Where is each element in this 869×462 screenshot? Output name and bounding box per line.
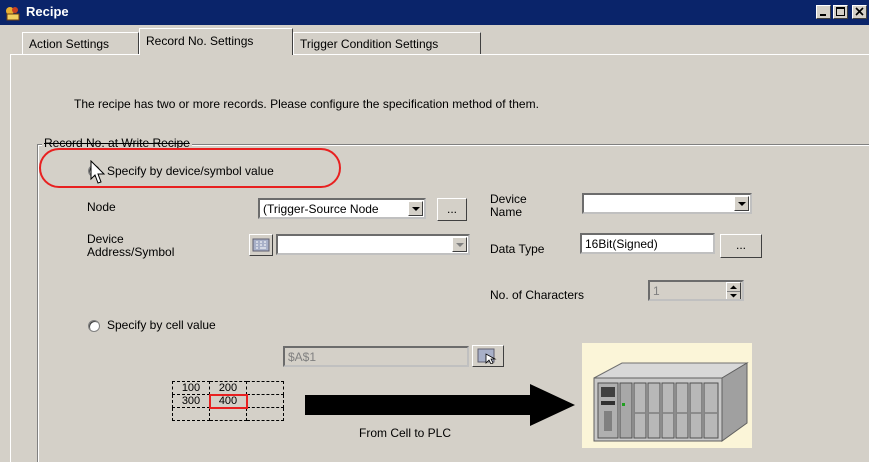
- num-chars-stepper[interactable]: 1: [648, 280, 744, 301]
- data-type-label: Data Type: [490, 242, 545, 256]
- option-cell-label[interactable]: Specify by cell value: [107, 318, 216, 332]
- maximize-icon: [836, 7, 845, 16]
- arrow-right-icon: [305, 384, 575, 426]
- cell: [246, 381, 284, 395]
- address-keypad-button[interactable]: [249, 234, 273, 256]
- keypad-icon: [252, 238, 270, 252]
- tab-label: Record No. Settings: [146, 34, 254, 48]
- device-name-label: Device Name: [490, 193, 527, 219]
- chevron-down-icon[interactable]: [408, 201, 423, 216]
- node-browse-button[interactable]: ...: [437, 198, 467, 221]
- num-chars-label: No. of Characters: [490, 288, 585, 302]
- tab-label: Action Settings: [29, 37, 110, 51]
- device-address-label-line2: Address/Symbol: [87, 245, 175, 259]
- cell-ref-field[interactable]: $A$1: [283, 346, 469, 367]
- node-label: Node: [87, 200, 116, 214]
- close-icon: [855, 7, 864, 16]
- device-name-label-line2: Name: [490, 205, 523, 219]
- cell: [172, 407, 210, 421]
- maximize-button[interactable]: [833, 5, 848, 19]
- tab-record-no-settings[interactable]: Record No. Settings: [139, 28, 293, 55]
- cell-illustration: 100 200 300 400: [172, 381, 284, 421]
- window-title: Recipe: [26, 4, 69, 19]
- cell: [246, 407, 284, 421]
- recipe-window: Recipe Action Settings Record No. Settin…: [0, 0, 869, 462]
- plc-icon: [593, 362, 749, 442]
- cell-highlighted: 400: [208, 393, 248, 409]
- node-select[interactable]: (Trigger-Source Node: [258, 198, 426, 219]
- cell: 100: [172, 381, 210, 395]
- cell-select-button[interactable]: [472, 345, 504, 367]
- tab-action-settings[interactable]: Action Settings: [22, 32, 139, 54]
- cell: 200: [209, 381, 247, 395]
- up-down-arrows-icon: [727, 285, 740, 298]
- minimize-button[interactable]: [816, 5, 831, 19]
- minimize-icon: [820, 14, 826, 16]
- cell: [209, 407, 247, 421]
- title-bar[interactable]: Recipe: [0, 0, 869, 25]
- recipe-app-icon: [6, 7, 20, 21]
- cell: 300: [172, 394, 210, 408]
- radio-cell-value[interactable]: [88, 320, 100, 332]
- data-type-field[interactable]: 16Bit(Signed): [580, 233, 715, 254]
- chevron-down-icon[interactable]: [452, 237, 467, 252]
- device-name-select[interactable]: [582, 193, 752, 214]
- stepper-buttons[interactable]: [726, 282, 741, 299]
- tab-trigger-condition-settings[interactable]: Trigger Condition Settings: [293, 32, 481, 54]
- description-text: The recipe has two or more records. Plea…: [74, 97, 539, 111]
- cell-picker-icon: [477, 348, 497, 365]
- close-button[interactable]: [852, 5, 867, 19]
- highlight-ring: [39, 148, 341, 188]
- chevron-down-icon[interactable]: [734, 196, 749, 211]
- cell: [246, 394, 284, 408]
- data-type-value: 16Bit(Signed): [585, 237, 658, 251]
- node-value: (Trigger-Source Node: [263, 202, 379, 216]
- illustration-caption: From Cell to PLC: [359, 426, 452, 440]
- mouse-cursor-icon: [90, 160, 106, 184]
- device-address-select[interactable]: [276, 234, 470, 255]
- device-address-label: Device Address/Symbol: [87, 233, 174, 259]
- plc-illustration: [582, 343, 752, 448]
- data-type-browse-button[interactable]: ...: [720, 234, 762, 258]
- num-chars-value: 1: [653, 284, 660, 298]
- tab-label: Trigger Condition Settings: [300, 37, 439, 51]
- cell-ref-value: $A$1: [288, 350, 317, 364]
